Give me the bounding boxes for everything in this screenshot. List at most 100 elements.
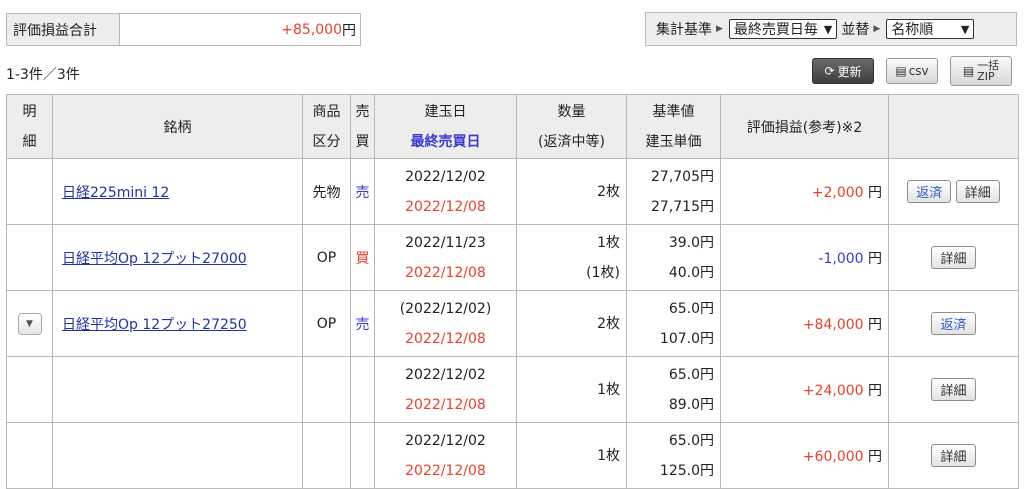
chevron-down-icon[interactable]: ▼ — [17, 312, 42, 335]
pl-unit: 円 — [868, 250, 882, 267]
header-detail: 明細 — [6, 94, 53, 159]
open-date: 2022/12/02 — [405, 366, 486, 383]
repay-button[interactable]: 返済 — [907, 180, 952, 203]
pl-value: -1,000 — [818, 250, 864, 267]
table-row: ▼ 日経平均Op 12プット27250 OP 売 (2022/12/02) 20… — [6, 290, 1019, 357]
cell-pl: -1,000 円 — [720, 224, 889, 291]
qty-value: 1枚 — [597, 447, 620, 464]
csv-label: csv — [908, 64, 929, 78]
pl-summary-unit: 円 — [342, 22, 356, 39]
reference-price: 65.0円 — [668, 366, 714, 383]
refresh-label: 更新 — [837, 64, 862, 79]
last-trade-date: 2022/12/08 — [405, 462, 486, 479]
cell-qty: 1枚 (1枚) — [516, 224, 627, 291]
qty-value: 1枚 — [597, 381, 620, 398]
cell-expand — [6, 158, 53, 225]
basis-select[interactable]: 最終売買日毎 ▼ — [728, 19, 838, 39]
table-row: 2022/12/02 2022/12/08 1枚 65.0円 89.0円 +24… — [6, 356, 1019, 423]
repay-button[interactable]: 返済 — [931, 312, 976, 335]
cell-date: 2022/12/02 2022/12/08 — [374, 422, 517, 489]
instrument-link[interactable]: 日経平均Op 12プット27000 — [62, 251, 247, 267]
positions-table: 明細 銘柄 商品 区分 売買 建玉日 最終売買日 数量 (返済中等) 基準値 建玉単価 … — [6, 94, 1019, 489]
cell-product: 先物 — [302, 158, 351, 225]
detail-button[interactable]: 詳細 — [931, 444, 976, 467]
header-product: 商品 区分 — [302, 94, 351, 159]
cell-trade: 買 — [350, 224, 375, 291]
open-date: 2022/11/23 — [405, 234, 486, 251]
chevron-down-icon: ▼ — [960, 22, 970, 36]
pl-value: +60,000 — [802, 448, 864, 465]
cell-pl: +24,000 円 — [720, 356, 889, 423]
header-actions — [888, 94, 1019, 159]
cell-product: OP — [302, 224, 351, 291]
header-date: 建玉日 最終売買日 — [374, 94, 517, 159]
qty-value: 2枚 — [597, 315, 620, 332]
cell-qty: 1枚 — [516, 422, 627, 489]
cell-qty: 2枚 — [516, 158, 627, 225]
cell-product — [302, 356, 351, 423]
detail-button[interactable]: 詳細 — [931, 378, 976, 401]
triangle-right-icon: ▶ — [716, 24, 723, 34]
open-date: 2022/12/02 — [405, 168, 486, 185]
cell-product — [302, 422, 351, 489]
pl-unit: 円 — [868, 316, 882, 333]
instrument-link[interactable]: 日経平均Op 12プット27250 — [62, 317, 247, 333]
zip-download-button[interactable]: ▤ 一括 ZIP — [950, 56, 1012, 86]
cell-price: 65.0円 107.0円 — [626, 290, 721, 357]
cell-price: 39.0円 40.0円 — [626, 224, 721, 291]
cell-expand: ▼ — [6, 290, 53, 357]
cell-name: 日経平均Op 12プット27250 — [52, 290, 303, 357]
cell-expand — [6, 356, 53, 423]
refresh-button[interactable]: ⟳ 更新 — [812, 58, 874, 84]
last-trade-date: 2022/12/08 — [405, 396, 486, 413]
header-name: 銘柄 — [52, 94, 303, 159]
refresh-icon: ⟳ — [824, 64, 835, 78]
cell-date: 2022/11/23 2022/12/08 — [374, 224, 517, 291]
cell-actions: 詳細 — [888, 422, 1019, 489]
cell-pl: +84,000 円 — [720, 290, 889, 357]
pl-summary-box: 評価損益合計 +85,000 円 — [6, 13, 361, 46]
cell-date: 2022/12/02 2022/12/08 — [374, 158, 517, 225]
cell-product: OP — [302, 290, 351, 357]
cell-trade: 売 — [350, 158, 375, 225]
pl-unit: 円 — [868, 184, 882, 201]
qty-sub: (1枚) — [586, 264, 620, 281]
last-trade-date: 2022/12/08 — [405, 330, 486, 347]
basis-label: 集計基準 — [656, 22, 712, 38]
detail-button[interactable]: 詳細 — [931, 246, 976, 269]
basis-select-value: 最終売買日毎 — [733, 22, 818, 38]
unit-price: 125.0円 — [659, 462, 714, 479]
unit-price: 40.0円 — [668, 264, 714, 281]
open-date: 2022/12/02 — [405, 432, 486, 449]
reference-price: 65.0円 — [668, 300, 714, 317]
cell-price: 65.0円 125.0円 — [626, 422, 721, 489]
cell-price: 65.0円 89.0円 — [626, 356, 721, 423]
header-pl: 評価損益(参考)※2 — [720, 94, 889, 159]
pl-value: +84,000 — [802, 316, 864, 333]
zip-label-wrap: 一括 ZIP — [977, 60, 999, 82]
cell-qty: 2枚 — [516, 290, 627, 357]
header-qty: 数量 (返済中等) — [516, 94, 627, 159]
zip-label-bottom: ZIP — [977, 70, 995, 83]
pl-unit: 円 — [868, 382, 882, 399]
csv-download-button[interactable]: ▤ csv — [886, 58, 938, 84]
cell-name — [52, 356, 303, 423]
header-trade: 売買 — [350, 94, 375, 159]
document-icon: ▤ — [962, 64, 975, 78]
unit-price: 89.0円 — [668, 396, 714, 413]
cell-name: 日経平均Op 12プット27000 — [52, 224, 303, 291]
pl-unit: 円 — [868, 448, 882, 465]
instrument-link[interactable]: 日経225mini 12 — [62, 185, 169, 201]
sort-select[interactable]: 名称順 ▼ — [886, 19, 975, 39]
cell-trade — [350, 356, 375, 423]
pl-value: +24,000 — [802, 382, 864, 399]
cell-expand — [6, 224, 53, 291]
reference-price: 65.0円 — [668, 432, 714, 449]
sort-label: 並替 — [841, 22, 870, 38]
triangle-right-icon: ▶ — [873, 24, 881, 34]
sort-select-value: 名称順 — [891, 22, 934, 38]
table-header-row: 明細 銘柄 商品 区分 売買 建玉日 最終売買日 数量 (返済中等) 基準値 建玉単価 … — [6, 94, 1019, 159]
detail-button[interactable]: 詳細 — [955, 180, 1000, 203]
qty-value: 2枚 — [597, 183, 620, 200]
table-row: 日経平均Op 12プット27000 OP 買 2022/11/23 2022/1… — [6, 224, 1019, 291]
